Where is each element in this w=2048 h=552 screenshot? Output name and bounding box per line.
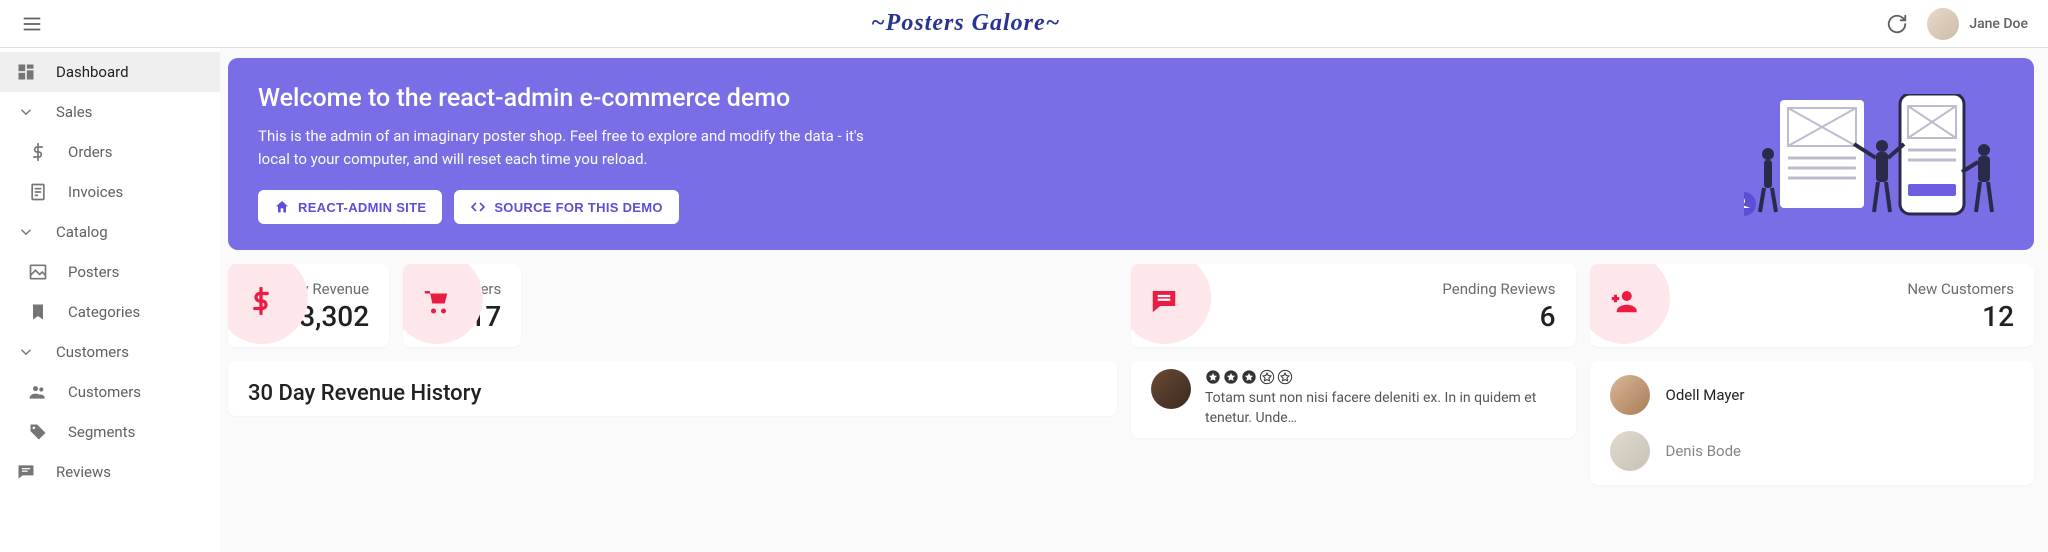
review-body: Totam sunt non nisi facere deleniti ex. … bbox=[1205, 369, 1556, 428]
sidebar-item-posters[interactable]: Posters bbox=[0, 252, 220, 292]
review-text: Totam sunt non nisi facere deleniti ex. … bbox=[1205, 390, 1536, 426]
stat-value: 6 bbox=[1151, 300, 1556, 333]
review-item[interactable]: Totam sunt non nisi facere deleniti ex. … bbox=[1131, 361, 1576, 428]
sidebar-item-customers-group[interactable]: Customers bbox=[0, 332, 220, 372]
hero-title: Welcome to the react-admin e-commerce de… bbox=[258, 84, 1720, 113]
sidebar-item-sales[interactable]: Sales bbox=[0, 92, 220, 132]
dollar-icon bbox=[246, 286, 276, 316]
comment-icon bbox=[1149, 286, 1179, 316]
sidebar-item-label: Customers bbox=[68, 383, 141, 401]
hamburger-icon bbox=[21, 13, 43, 35]
layout: Dashboard Sales Orders Invoices Catalog bbox=[0, 48, 2048, 552]
source-demo-button[interactable]: SOURCE FOR THIS DEMO bbox=[454, 190, 679, 224]
hero-illustration bbox=[1744, 94, 2004, 224]
sidebar-item-segments[interactable]: Segments bbox=[0, 412, 220, 452]
sidebar-item-label: Customers bbox=[56, 343, 129, 361]
user-avatar bbox=[1927, 8, 1959, 40]
sidebar-item-label: Invoices bbox=[68, 183, 123, 201]
bookmark-icon bbox=[26, 302, 50, 322]
sidebar-item-categories[interactable]: Categories bbox=[0, 292, 220, 332]
refresh-button[interactable] bbox=[1879, 6, 1915, 42]
cart-icon bbox=[421, 286, 451, 316]
star-filled-icon bbox=[1205, 369, 1221, 385]
chevron-down-icon bbox=[14, 223, 38, 241]
stat-value: 12 bbox=[1610, 300, 2015, 333]
stat-monthly-revenue[interactable]: Monthly Revenue US$3,302 bbox=[228, 264, 389, 347]
dashboard-row: Monthly Revenue US$3,302 New Orders 17 3… bbox=[228, 264, 2034, 485]
sidebar-item-label: Sales bbox=[56, 103, 92, 121]
button-label: REACT-ADMIN SITE bbox=[298, 200, 426, 215]
hero-text: Welcome to the react-admin e-commerce de… bbox=[258, 84, 1720, 224]
tag-icon bbox=[26, 422, 50, 442]
invoice-icon bbox=[26, 182, 50, 202]
customer-name: Denis Bode bbox=[1666, 442, 1742, 460]
home-icon bbox=[274, 199, 290, 215]
card-title: 30 Day Revenue History bbox=[228, 361, 1117, 416]
new-customers-column: New Customers 12 Odell Mayer Denis Bode bbox=[1590, 264, 2035, 485]
customer-name: Odell Mayer bbox=[1666, 386, 1745, 404]
refresh-icon bbox=[1886, 13, 1908, 35]
chat-icon bbox=[14, 462, 38, 482]
button-label: SOURCE FOR THIS DEMO bbox=[494, 200, 663, 215]
stat-new-customers[interactable]: New Customers 12 bbox=[1590, 264, 2035, 347]
image-icon bbox=[26, 262, 50, 282]
reviewer-avatar bbox=[1151, 369, 1191, 409]
code-icon bbox=[470, 199, 486, 215]
customer-avatar bbox=[1610, 431, 1650, 471]
react-admin-site-button[interactable]: REACT-ADMIN SITE bbox=[258, 190, 442, 224]
sidebar-item-label: Reviews bbox=[56, 463, 111, 481]
sidebar-item-dashboard[interactable]: Dashboard bbox=[0, 52, 220, 92]
dollar-icon bbox=[26, 142, 50, 162]
pending-reviews-column: Pending Reviews 6 bbox=[1131, 264, 1576, 485]
chevron-down-icon bbox=[14, 343, 38, 361]
appbar-actions: Jane Doe bbox=[1879, 6, 2028, 42]
stat-pair-left: Monthly Revenue US$3,302 New Orders 17 bbox=[228, 264, 1117, 347]
hero-body: This is the admin of an imaginary poster… bbox=[258, 125, 898, 170]
sidebar-item-catalog[interactable]: Catalog bbox=[0, 212, 220, 252]
appbar: ~Posters Galore~ Jane Doe bbox=[0, 0, 2048, 48]
left-column: Monthly Revenue US$3,302 New Orders 17 3… bbox=[228, 264, 1117, 485]
hero-buttons: REACT-ADMIN SITE SOURCE FOR THIS DEMO bbox=[258, 190, 1720, 224]
star-filled-icon bbox=[1223, 369, 1239, 385]
dashboard-icon bbox=[14, 62, 38, 82]
sidebar-item-reviews[interactable]: Reviews bbox=[0, 452, 220, 492]
sidebar-item-label: Segments bbox=[68, 423, 135, 441]
person-add-icon bbox=[1608, 286, 1638, 316]
customer-item[interactable]: Denis Bode bbox=[1590, 423, 2035, 479]
customer-item[interactable]: Odell Mayer bbox=[1590, 367, 2035, 423]
customer-avatar bbox=[1610, 375, 1650, 415]
main-content: Welcome to the react-admin e-commerce de… bbox=[220, 48, 2048, 552]
stat-new-orders[interactable]: New Orders 17 bbox=[403, 264, 521, 347]
review-rating bbox=[1205, 369, 1556, 385]
menu-toggle-button[interactable] bbox=[12, 4, 52, 44]
people-icon bbox=[26, 382, 50, 402]
star-filled-icon bbox=[1241, 369, 1257, 385]
sidebar-item-label: Categories bbox=[68, 303, 140, 321]
sidebar-item-invoices[interactable]: Invoices bbox=[0, 172, 220, 212]
sidebar-item-label: Catalog bbox=[56, 223, 108, 241]
user-menu[interactable]: Jane Doe bbox=[1927, 8, 2028, 40]
brand-title: ~Posters Galore~ bbox=[52, 10, 1879, 37]
stat-label: Pending Reviews bbox=[1151, 280, 1556, 298]
star-empty-icon bbox=[1259, 369, 1275, 385]
new-customers-list: Odell Mayer Denis Bode bbox=[1590, 361, 2035, 485]
sidebar-item-label: Dashboard bbox=[56, 63, 129, 81]
star-empty-icon bbox=[1277, 369, 1293, 385]
chevron-down-icon bbox=[14, 103, 38, 121]
pending-reviews-list: Totam sunt non nisi facere deleniti ex. … bbox=[1131, 361, 1576, 438]
sidebar-item-customers[interactable]: Customers bbox=[0, 372, 220, 412]
sidebar: Dashboard Sales Orders Invoices Catalog bbox=[0, 48, 220, 552]
user-name-label: Jane Doe bbox=[1969, 16, 2028, 32]
sidebar-item-orders[interactable]: Orders bbox=[0, 132, 220, 172]
sidebar-item-label: Posters bbox=[68, 263, 119, 281]
sidebar-item-label: Orders bbox=[68, 143, 113, 161]
revenue-history-card: 30 Day Revenue History bbox=[228, 361, 1117, 416]
stat-label: New Customers bbox=[1610, 280, 2015, 298]
welcome-hero: Welcome to the react-admin e-commerce de… bbox=[228, 58, 2034, 250]
stat-pending-reviews[interactable]: Pending Reviews 6 bbox=[1131, 264, 1576, 347]
